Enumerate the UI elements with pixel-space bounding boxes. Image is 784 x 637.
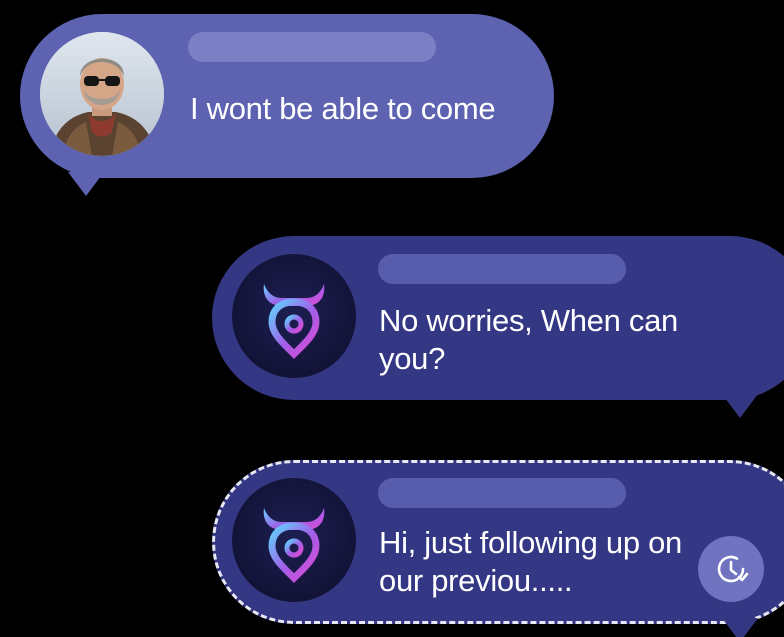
bull-logo-icon [263, 508, 325, 583]
user-photo-avatar [40, 32, 164, 156]
user-avatar[interactable] [40, 32, 164, 156]
message-text: I wont be able to come [190, 91, 496, 126]
message-text: No worries, When can you? [379, 303, 678, 376]
bull-logo-icon [263, 284, 325, 359]
message-text: Hi, just following up on our previou....… [379, 525, 682, 598]
bubble-tail [722, 618, 758, 637]
sender-name-placeholder [378, 254, 626, 284]
brand-avatar[interactable] [232, 254, 356, 378]
scheduled-status-button[interactable] [698, 536, 764, 602]
brand-avatar[interactable] [232, 478, 356, 602]
chat-stage: I wont be able to come No worries, When … [0, 0, 784, 637]
bubble-tail [68, 172, 104, 196]
clock-check-icon [717, 555, 749, 583]
bubble-tail [722, 394, 758, 418]
sender-name-placeholder [378, 478, 626, 508]
sender-name-placeholder [188, 32, 436, 62]
